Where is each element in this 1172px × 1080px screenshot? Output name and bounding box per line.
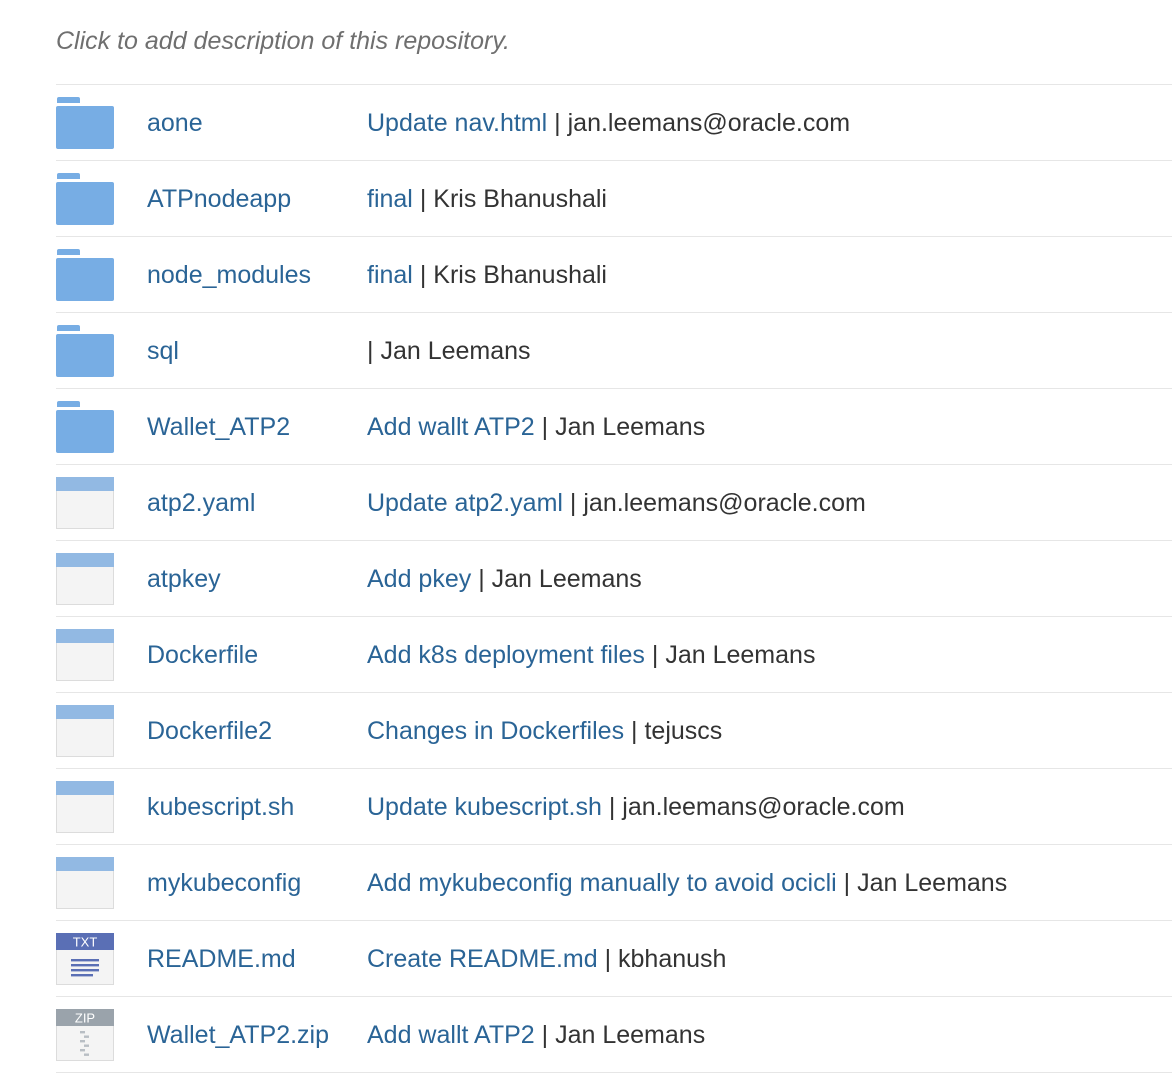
file-list: aone Update nav.html | jan.leemans@oracle… — [56, 84, 1172, 1073]
file-name-link[interactable]: Wallet_ATP2 — [147, 389, 290, 464]
last-commit: Add wallt ATP2 | Jan Leemans — [367, 997, 705, 1072]
file-name-link[interactable]: mykubeconfig — [147, 845, 301, 920]
file-icon — [56, 857, 114, 909]
commit-message-link[interactable]: Changes in Dockerfiles — [367, 717, 624, 745]
file-name-link[interactable]: sql — [147, 313, 179, 388]
folder-icon — [56, 97, 114, 149]
file-name-link[interactable]: Dockerfile — [147, 617, 258, 692]
commit-author: Jan Leemans — [555, 413, 706, 441]
file-row: Dockerfile2 Changes in Dockerfiles | teju… — [56, 693, 1172, 769]
file-icon — [56, 781, 114, 833]
last-commit: Add mykubeconfig manually to avoid ocicl… — [367, 845, 1007, 920]
file-row: TXT README.md Create README.md | kbhanush — [56, 921, 1172, 997]
last-commit: Add pkey | Jan Leemans — [367, 541, 642, 616]
txt-file-icon: TXT — [56, 933, 114, 985]
last-commit: Update nav.html | jan.leemans@oracle.com — [367, 85, 850, 160]
last-commit: | Jan Leemans — [367, 313, 531, 388]
file-row: Wallet_ATP2 Add wallt ATP2 | Jan Leemans — [56, 389, 1172, 465]
file-row: ZIP Wallet_ATP2.zip Add wallt ATP2 | Jan L… — [56, 997, 1172, 1073]
file-row: atp2.yaml Update atp2.yaml | jan.leemans@… — [56, 465, 1172, 541]
file-name-link[interactable]: Wallet_ATP2.zip — [147, 997, 329, 1072]
folder-icon — [56, 401, 114, 453]
folder-icon — [56, 249, 114, 301]
last-commit: Add k8s deployment files | Jan Leemans — [367, 617, 815, 692]
commit-author: Kris Bhanushali — [433, 185, 607, 213]
last-commit: final | Kris Bhanushali — [367, 161, 607, 236]
commit-author: Jan Leemans — [857, 869, 1008, 897]
commit-author: Jan Leemans — [491, 565, 642, 593]
repository-description[interactable]: Click to add description of this reposit… — [56, 24, 510, 58]
commit-message-link[interactable]: Update atp2.yaml — [367, 489, 563, 517]
commit-message-link[interactable]: Add mykubeconfig manually to avoid ocicl… — [367, 869, 837, 897]
file-row: kubescript.sh Update kubescript.sh | jan.… — [56, 769, 1172, 845]
file-name-link[interactable]: kubescript.sh — [147, 769, 294, 844]
file-name-link[interactable]: atp2.yaml — [147, 465, 255, 540]
folder-icon — [56, 325, 114, 377]
file-row: sql | Jan Leemans — [56, 313, 1172, 389]
commit-separator: | — [541, 1021, 549, 1049]
last-commit: final | Kris Bhanushali — [367, 237, 607, 312]
file-name-link[interactable]: node_modules — [147, 237, 311, 312]
commit-author: jan.leemans@oracle.com — [583, 489, 866, 517]
svg-text:ZIP: ZIP — [75, 1011, 95, 1026]
file-row: aone Update nav.html | jan.leemans@oracle… — [56, 85, 1172, 161]
commit-message-link[interactable]: final — [367, 261, 413, 289]
commit-message-link[interactable]: Add k8s deployment files — [367, 641, 645, 669]
zip-file-icon: ZIP — [56, 1009, 114, 1061]
last-commit: Add wallt ATP2 | Jan Leemans — [367, 389, 705, 464]
file-icon — [56, 477, 114, 529]
last-commit: Update atp2.yaml | jan.leemans@oracle.co… — [367, 465, 866, 540]
commit-author: Jan Leemans — [555, 1021, 706, 1049]
file-name-link[interactable]: atpkey — [147, 541, 221, 616]
commit-separator: | — [631, 717, 638, 745]
commit-separator: | — [541, 413, 549, 441]
svg-text:TXT: TXT — [73, 935, 98, 950]
file-row: ATPnodeapp final | Kris Bhanushali — [56, 161, 1172, 237]
commit-message-link[interactable]: Update nav.html — [367, 109, 547, 137]
file-name-link[interactable]: aone — [147, 85, 203, 160]
commit-message-link[interactable]: Add wallt ATP2 — [367, 1021, 535, 1049]
commit-author: Jan Leemans — [665, 641, 816, 669]
commit-separator: | — [843, 869, 851, 897]
commit-message-link[interactable]: Add wallt ATP2 — [367, 413, 535, 441]
commit-message-link[interactable]: final — [367, 185, 413, 213]
commit-author: jan.leemans@oracle.com — [567, 109, 851, 137]
file-row: mykubeconfig Add mykubeconfig manually to… — [56, 845, 1172, 921]
commit-separator: | — [554, 109, 561, 137]
last-commit: Create README.md | kbhanush — [367, 921, 726, 996]
file-row: Dockerfile Add k8s deployment files | Jan… — [56, 617, 1172, 693]
last-commit: Update kubescript.sh | jan.leemans@oracl… — [367, 769, 905, 844]
commit-separator: | — [608, 793, 616, 821]
file-icon — [56, 629, 114, 681]
commit-author: tejuscs — [644, 717, 723, 745]
commit-message-link[interactable]: Add pkey — [367, 565, 471, 593]
commit-separator: | — [604, 945, 612, 973]
commit-separator: | — [569, 489, 577, 517]
commit-separator: | — [478, 565, 485, 593]
file-icon — [56, 705, 114, 757]
commit-separator: | — [651, 641, 659, 669]
file-icon — [56, 553, 114, 605]
commit-author: Kris Bhanushali — [433, 261, 607, 289]
file-name-link[interactable]: ATPnodeapp — [147, 161, 291, 236]
file-row: node_modules final | Kris Bhanushali — [56, 237, 1172, 313]
commit-author: kbhanush — [618, 945, 727, 973]
file-row: atpkey Add pkey | Jan Leemans — [56, 541, 1172, 617]
commit-author: Jan Leemans — [380, 337, 531, 365]
commit-separator: | — [419, 261, 427, 289]
commit-separator: | — [367, 337, 374, 365]
last-commit: Changes in Dockerfiles | tejuscs — [367, 693, 722, 768]
folder-icon — [56, 173, 114, 225]
commit-message-link[interactable]: Create README.md — [367, 945, 598, 973]
commit-message-link[interactable]: Update kubescript.sh — [367, 793, 602, 821]
commit-separator: | — [419, 185, 427, 213]
commit-author: jan.leemans@oracle.com — [622, 793, 905, 821]
file-name-link[interactable]: README.md — [147, 921, 296, 996]
file-name-link[interactable]: Dockerfile2 — [147, 693, 272, 768]
